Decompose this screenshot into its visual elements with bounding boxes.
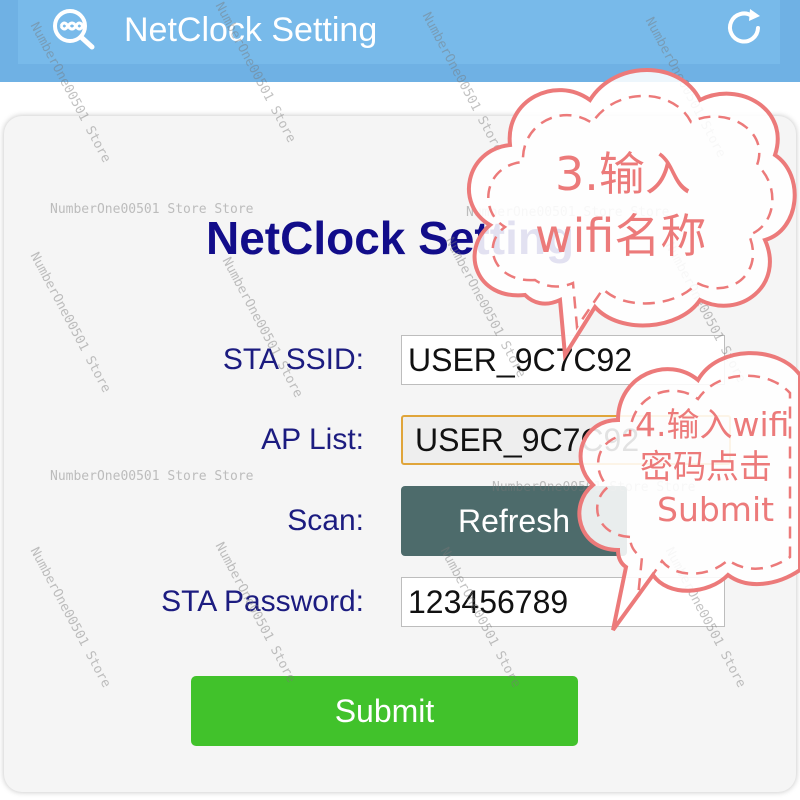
app-title: NetClock Setting <box>124 11 378 49</box>
submit-button[interactable]: Submit <box>191 676 578 746</box>
ap-list-label: AP List: <box>261 423 364 456</box>
watermark: NumberOne00501 Store Store <box>50 469 254 484</box>
refresh-icon[interactable] <box>722 6 766 50</box>
step4-line1: 4.输入wifi <box>635 405 790 444</box>
step4-line2: 密码点击 <box>640 447 772 486</box>
link-search-icon <box>53 9 95 50</box>
step3-line1: 3.输入 <box>555 147 691 201</box>
step3-line2: wifi名称 <box>535 209 707 263</box>
step4-line3: Submit <box>657 490 775 529</box>
callout-cloud-step3 <box>466 68 797 362</box>
watermark: NumberOne00501 Store Store <box>50 202 254 217</box>
scan-label: Scan: <box>287 504 364 537</box>
